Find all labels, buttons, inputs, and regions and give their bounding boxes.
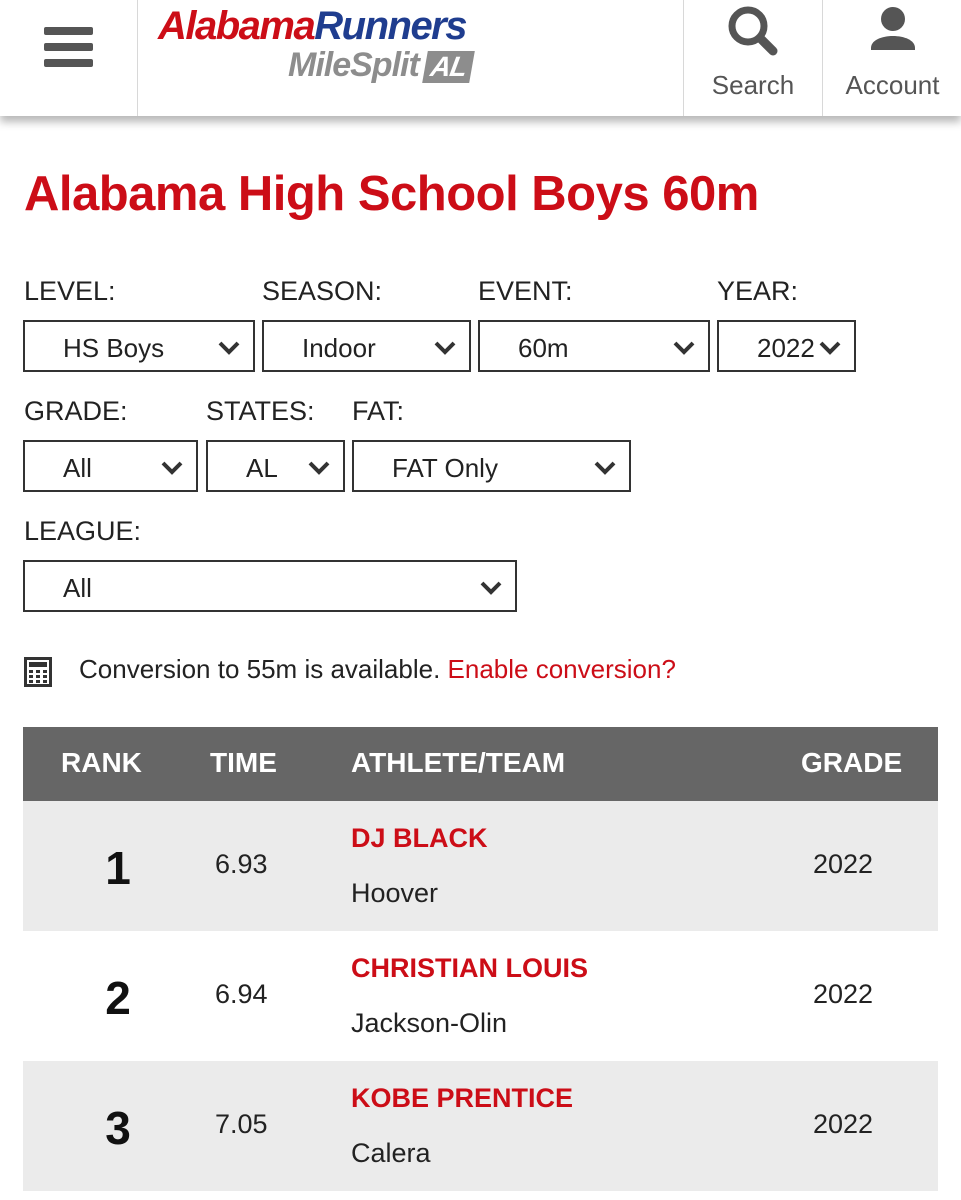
hamburger-bar [44,59,93,67]
rank-value: 1 [105,842,131,894]
chevron-down-icon [308,461,330,475]
grade-value: 2022 [813,1109,874,1139]
hamburger-bar [44,43,93,51]
column-header-athlete-team[interactable]: ATHLETE/TEAM [351,747,565,779]
grade-label: GRADE: [24,396,128,426]
fat-select[interactable]: FAT Only [352,440,631,492]
calculator-icon [24,657,52,687]
event-label: EVENT: [478,276,573,306]
level-select[interactable]: HS Boys [23,320,255,372]
season-label: SEASON: [262,276,383,306]
athlete-link[interactable]: KOBE PRENTICE [351,1083,573,1114]
account-label: Account [845,70,940,100]
level-label: LEVEL: [24,276,116,306]
rank-value: 3 [105,1102,131,1154]
search-label: Search [711,70,795,100]
year-value: 2022 [757,333,815,363]
logo-milesplit-text: MileSplit [288,46,420,84]
athlete-link[interactable]: DJ BLACK [351,823,488,854]
table-row: 1 6.93 DJ BLACK Hoover 2022 [23,801,938,931]
chevron-down-icon [161,461,183,475]
site-logo[interactable]: AlabamaRunners MileSplit AL [138,0,683,116]
account-button[interactable]: Account [822,0,961,116]
grade-value: 2022 [813,849,874,879]
site-header: AlabamaRunners MileSplit AL Search Accoun… [0,0,961,116]
team-name[interactable]: Calera [351,1138,431,1169]
logo-wordmark: AlabamaRunners [158,4,467,49]
time-value: 7.05 [215,1109,268,1139]
table-header: RANK TIME ATHLETE/TEAM GRADE [23,727,938,801]
grade-value: All [63,453,92,483]
page-title: Alabama High School Boys 60m [24,167,759,221]
chevron-down-icon [673,341,695,355]
logo-alabama: Alabama [158,4,316,48]
search-icon [728,6,778,56]
table-row: 3 7.05 KOBE PRENTICE Calera 2022 [23,1061,938,1191]
fat-value: FAT Only [392,453,498,483]
event-value: 60m [518,333,569,363]
season-value: Indoor [302,333,376,363]
states-value: AL [246,453,278,483]
grade-value: 2022 [813,979,874,1009]
year-select[interactable]: 2022 [717,320,856,372]
chevron-down-icon [819,341,841,355]
league-select[interactable]: All [23,560,517,612]
season-select[interactable]: Indoor [262,320,471,372]
hamburger-menu-icon [44,27,93,35]
chevron-down-icon [218,341,240,355]
states-select[interactable]: AL [206,440,345,492]
column-header-grade[interactable]: GRADE [801,747,902,779]
column-header-time[interactable]: TIME [210,747,277,779]
year-label: YEAR: [717,276,799,306]
time-value: 6.93 [215,849,268,879]
league-label: LEAGUE: [24,516,142,546]
hamburger-menu-button[interactable] [0,0,138,116]
logo-milesplit: MileSplit AL [288,46,475,85]
team-name[interactable]: Jackson-Olin [351,1008,507,1039]
event-select[interactable]: 60m [478,320,710,372]
states-label: STATES: [206,396,315,426]
chevron-down-icon [480,581,502,595]
grade-select[interactable]: All [23,440,198,492]
logo-runners: Runners [314,4,467,48]
conversion-text: Conversion to 55m is available. [79,654,441,684]
conversion-text-wrap: Conversion to 55m is available. Enable c… [79,654,676,685]
search-button[interactable]: Search [683,0,822,116]
level-value: HS Boys [63,333,165,363]
account-icon [870,7,915,50]
enable-conversion-link[interactable]: Enable conversion? [448,654,676,684]
time-value: 6.94 [215,979,268,1009]
league-value: All [63,573,92,603]
rank-value: 2 [105,972,131,1024]
chevron-down-icon [594,461,616,475]
fat-label: FAT: [352,396,405,426]
logo-state-badge: AL [421,51,475,83]
column-header-rank[interactable]: RANK [61,747,142,779]
athlete-link[interactable]: CHRISTIAN LOUIS [351,953,588,984]
team-name[interactable]: Hoover [351,878,438,909]
chevron-down-icon [434,341,456,355]
table-row: 2 6.94 CHRISTIAN LOUIS Jackson-Olin 2022 [23,931,938,1061]
